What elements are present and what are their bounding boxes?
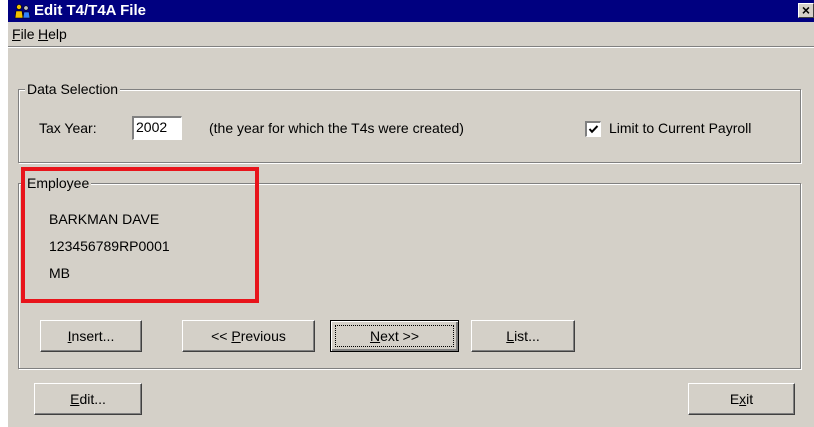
list-button-label: ist... xyxy=(514,328,540,344)
previous-button-accel: P xyxy=(231,328,241,344)
insert-button[interactable]: Insert... xyxy=(40,320,142,352)
exit-button-label-pre: E xyxy=(729,391,740,407)
insert-button-label: nsert... xyxy=(71,328,115,344)
edit-button-label: dit... xyxy=(79,391,106,407)
menu-help[interactable]: Help xyxy=(38,25,67,43)
menu-bar: File Help xyxy=(8,23,814,45)
next-button-accel: N xyxy=(369,328,381,344)
exit-button[interactable]: Exit xyxy=(688,383,795,415)
edit-button[interactable]: Edit... xyxy=(34,383,142,415)
edit-t4-window: Edit T4/T4A File × File Help Data Select… xyxy=(8,0,814,427)
list-button-accel: L xyxy=(506,328,515,344)
tax-year-note: (the year for which the T4s were created… xyxy=(209,120,464,136)
next-button[interactable]: Next >> xyxy=(330,320,459,352)
menu-file[interactable]: File xyxy=(12,25,35,43)
data-selection-group: Data Selection Tax Year: 2002 (the year … xyxy=(18,80,801,163)
previous-button-label-pre: << xyxy=(211,328,232,344)
menu-divider xyxy=(8,46,814,48)
title-bar[interactable]: Edit T4/T4A File × xyxy=(8,0,814,22)
checkmark-icon xyxy=(588,125,599,134)
close-icon: × xyxy=(801,2,811,18)
data-selection-label: Data Selection xyxy=(25,80,121,98)
people-icon xyxy=(14,4,31,19)
exit-button-label: it xyxy=(746,391,754,407)
limit-payroll-checkbox[interactable] xyxy=(585,121,601,137)
tax-year-label: Tax Year: xyxy=(39,120,97,136)
limit-payroll-label[interactable]: Limit to Current Payroll xyxy=(609,119,751,137)
list-button[interactable]: List... xyxy=(471,320,575,352)
tax-year-input[interactable]: 2002 xyxy=(132,116,182,140)
next-button-label: ext >> xyxy=(380,328,420,344)
previous-button-label: revious xyxy=(240,328,286,344)
previous-button[interactable]: << Previous xyxy=(182,320,315,352)
window-title: Edit T4/T4A File xyxy=(34,2,146,19)
close-button[interactable]: × xyxy=(798,3,814,18)
highlight-box xyxy=(21,167,259,303)
